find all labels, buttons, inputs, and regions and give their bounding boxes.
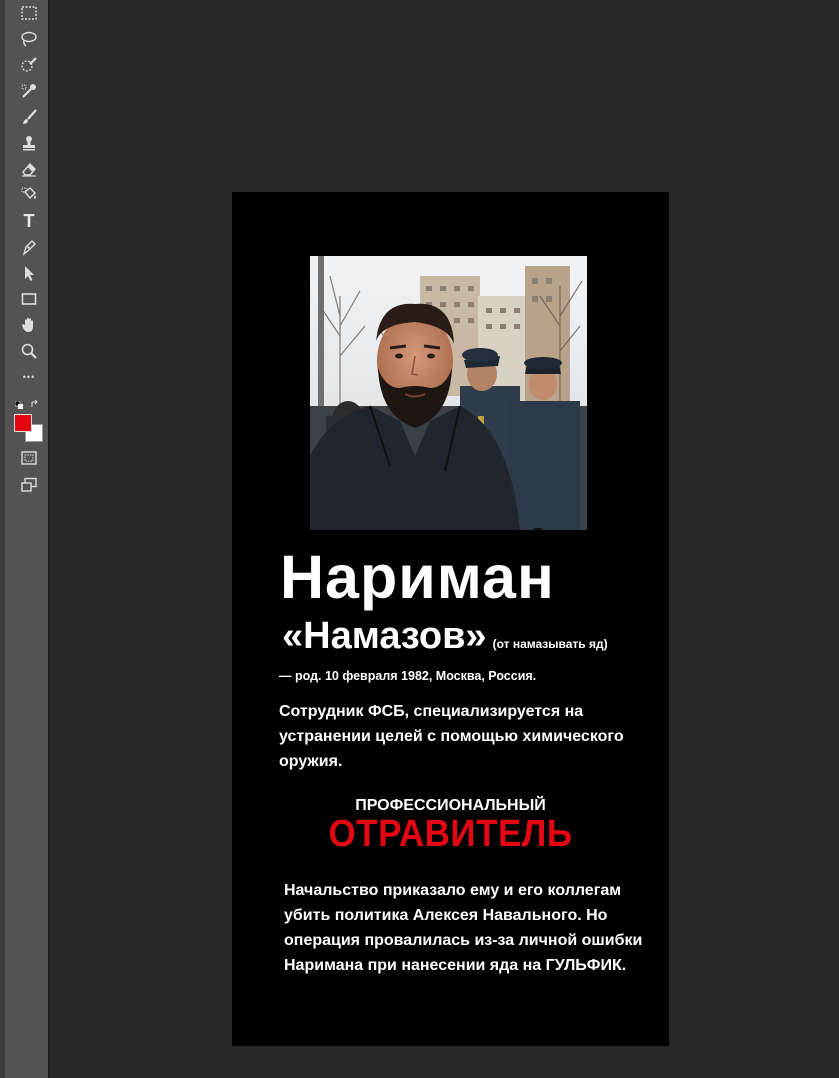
foreground-color-swatch[interactable] — [14, 414, 32, 432]
pen-tool-icon[interactable] — [18, 236, 40, 258]
panel-edge — [0, 0, 5, 1078]
screen-mode-icon[interactable] — [18, 474, 40, 496]
surname-line: «Намазов» (от намазывать яд) — [282, 615, 608, 658]
poisoner-heading: ОТРАВИТЕЛЬ — [328, 812, 573, 855]
surname-text: «Намазов» — [282, 615, 487, 657]
swap-colors-icon[interactable] — [31, 395, 39, 407]
eyedropper-tool-icon[interactable] — [18, 80, 40, 102]
lasso-tool-icon[interactable] — [18, 28, 40, 50]
portrait-photo — [310, 256, 587, 530]
birth-info: — род. 10 февраля 1982, Москва, Россия. — [279, 669, 537, 683]
quick-selection-tool-icon[interactable] — [18, 54, 40, 76]
panel-divider — [48, 0, 50, 1078]
path-selection-tool-icon[interactable] — [18, 262, 40, 284]
paint-bucket-tool-icon[interactable] — [18, 184, 40, 206]
hand-tool-icon[interactable] — [18, 314, 40, 336]
story-paragraph: Начальство приказало ему и его коллегам … — [284, 882, 643, 974]
rectangle-tool-icon[interactable] — [18, 288, 40, 310]
first-name-heading: Нариман — [280, 543, 555, 611]
default-colors-icon[interactable] — [14, 396, 23, 409]
clone-stamp-tool-icon[interactable] — [18, 132, 40, 154]
type-tool-icon[interactable]: T — [18, 210, 40, 232]
tools-panel: T ••• — [0, 0, 48, 1078]
quick-mask-icon[interactable] — [18, 447, 40, 469]
eraser-tool-icon[interactable] — [18, 158, 40, 180]
marquee-tool-icon[interactable] — [18, 2, 40, 24]
color-swatches — [12, 408, 46, 444]
document-canvas[interactable]: Нариман «Намазов» (от намазывать яд) — ро… — [232, 192, 669, 1046]
more-tools-icon[interactable]: ••• — [18, 366, 40, 388]
brush-tool-icon[interactable] — [18, 106, 40, 128]
role-description: Сотрудник ФСБ, специализируется на устра… — [279, 703, 624, 770]
surname-note: (от намазывать яд) — [492, 637, 608, 651]
zoom-tool-icon[interactable] — [18, 340, 40, 362]
